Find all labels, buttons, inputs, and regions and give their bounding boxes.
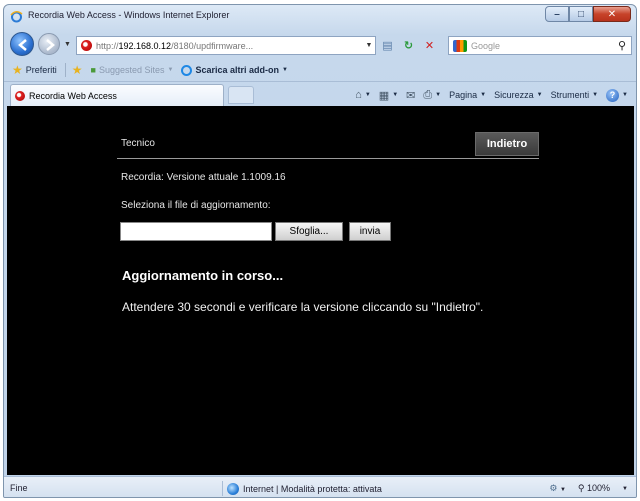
tools-menu[interactable]: Strumenti ▼ [551, 90, 598, 100]
section-title: Tecnico [121, 138, 155, 149]
back-arrow-icon [18, 39, 27, 51]
stop-icon[interactable]: ✕ [420, 36, 439, 55]
mail-icon: ✉ [406, 89, 416, 102]
suggested-dropdown-icon: ▼ [167, 67, 174, 73]
page-menu-label: Pagina [449, 90, 478, 100]
security-zone-label: Internet | Modalità protetta: attivata [243, 483, 382, 494]
select-file-label: Seleziona il file di aggiornamento: [121, 200, 271, 211]
home-button[interactable]: ⌂ ▼ [355, 89, 371, 101]
command-bar: Recordia Web Access ⌂ ▼ ▦ ▼ ✉ ⎙ ▼ Pagina ▼ S… [4, 81, 636, 106]
maximize-button[interactable]: □ [569, 6, 593, 22]
tab-title: Recordia Web Access [29, 90, 117, 101]
protected-mode-icon: ⚙ [549, 483, 558, 493]
tab-recordia[interactable]: Recordia Web Access [10, 84, 224, 106]
site-favicon-icon [81, 40, 92, 51]
address-bar[interactable]: http://192.168.0.12/8180/updfirmware... … [76, 36, 376, 55]
suggested-sites-icon: ■ [90, 65, 96, 75]
google-logo-icon [453, 39, 467, 52]
browser-window: Recordia Web Access - Windows Internet E… [3, 4, 637, 498]
page-menu[interactable]: Pagina ▼ [449, 90, 486, 100]
add-favorite-star-icon: ★ [71, 63, 83, 77]
zoom-dropdown-icon[interactable]: ▼ [622, 486, 628, 492]
url-host: 192.168.0.12 [118, 40, 172, 51]
mail-button[interactable]: ✉ [406, 89, 415, 102]
address-tools: ▤ ↻ ✕ [378, 36, 439, 55]
update-heading: Aggiornamento in corso... [122, 268, 284, 283]
forward-nav-button[interactable] [38, 33, 60, 55]
minimize-button[interactable]: – [545, 6, 569, 22]
help-icon: ? [606, 88, 620, 102]
favorites-star-icon: ★ [12, 63, 23, 77]
back-button[interactable]: Indietro [475, 132, 539, 156]
page-header: Tecnico Indietro [117, 129, 539, 159]
favorites-bar: ★ Preferiti ★ ■ Suggested Sites ▼ Scaric… [4, 59, 636, 81]
home-icon: ⌂ [355, 89, 362, 101]
minimize-icon: – [554, 8, 560, 20]
addons-dropdown-icon: ▼ [282, 67, 288, 73]
security-zone[interactable]: Internet | Modalità protetta: attivata [222, 481, 382, 496]
ie-addons-icon [181, 64, 193, 76]
suggested-sites-link[interactable]: ■ Suggested Sites ▼ [91, 65, 174, 75]
url-path: /8180/updfirmware... [171, 40, 254, 51]
compatibility-view-icon[interactable]: ▤ [378, 36, 397, 55]
feeds-button[interactable]: ▦ ▼ [379, 89, 398, 102]
internet-globe-icon [227, 482, 239, 495]
window-controls: – □ ✕ [545, 6, 631, 23]
tools-menu-label: Strumenti [550, 90, 590, 100]
command-buttons: ⌂ ▼ ▦ ▼ ✉ ⎙ ▼ Pagina ▼ Sicurezza ▼ Strumenti ▼… [355, 86, 628, 104]
address-dropdown-icon[interactable]: ▼ [363, 42, 375, 49]
address-row: ▼ http://192.168.0.12/8180/updfirmware..… [4, 29, 636, 59]
protected-mode-button[interactable]: ⚙ ▼ [549, 483, 566, 494]
history-dropdown-icon[interactable]: ▼ [64, 41, 71, 48]
favorites-label: Preferiti [25, 65, 57, 75]
maximize-icon: □ [577, 8, 585, 20]
window-title: Recordia Web Access - Windows Internet E… [28, 10, 230, 20]
help-menu[interactable]: ? ▼ [606, 88, 628, 102]
title-bar: Recordia Web Access - Windows Internet E… [4, 5, 636, 29]
add-favorite-button[interactable]: ★ [72, 63, 83, 77]
page-content: Tecnico Indietro Recordia: Versione attu… [7, 106, 634, 475]
zoom-level: 100% [587, 483, 611, 493]
file-path-input[interactable] [120, 222, 272, 241]
search-icon[interactable]: ⚲ [613, 39, 631, 52]
security-menu-label: Sicurezza [494, 90, 534, 100]
send-button[interactable]: invia [349, 222, 391, 241]
status-right: ⚙ ▼ ⚲ 100% ▼ [549, 481, 628, 496]
close-icon: ✕ [607, 8, 617, 20]
favorites-button[interactable]: ★ Preferiti [12, 63, 57, 77]
search-box[interactable]: Google ⚲ [448, 36, 632, 55]
close-window-button[interactable]: ✕ [593, 6, 631, 22]
url-prefix: http:// [96, 40, 119, 51]
zoom-icon: ⚲ [577, 483, 585, 493]
address-url[interactable]: http://192.168.0.12/8180/updfirmware... [96, 41, 363, 51]
status-text: Fine [10, 483, 28, 493]
current-version-text: Recordia: Versione attuale 1.1009.16 [121, 172, 286, 183]
ie-logo-icon [10, 11, 23, 23]
suggested-sites-label: Suggested Sites [98, 65, 165, 75]
update-message: Attendere 30 secondi e verificare la ver… [122, 300, 484, 314]
new-tab-button[interactable] [228, 86, 254, 104]
get-addons-label: Scarica altri add-on [195, 65, 280, 75]
print-button[interactable]: ⎙ ▼ [423, 89, 441, 102]
favorites-separator [64, 63, 66, 77]
zoom-button[interactable]: ⚲ 100% [578, 483, 610, 494]
browse-button[interactable]: Sfoglia... [275, 222, 343, 241]
search-placeholder[interactable]: Google [471, 41, 613, 51]
get-addons-link[interactable]: Scarica altri add-on ▼ [181, 64, 288, 76]
refresh-icon[interactable]: ↻ [399, 36, 418, 55]
forward-arrow-icon [46, 39, 55, 51]
tab-favicon-icon [15, 90, 25, 101]
security-menu[interactable]: Sicurezza ▼ [494, 90, 542, 100]
print-icon: ⎙ [423, 88, 433, 101]
feeds-icon: ▦ [378, 89, 390, 102]
back-nav-button[interactable] [10, 32, 34, 56]
status-bar: Fine Internet | Modalità protetta: attiv… [4, 476, 636, 497]
